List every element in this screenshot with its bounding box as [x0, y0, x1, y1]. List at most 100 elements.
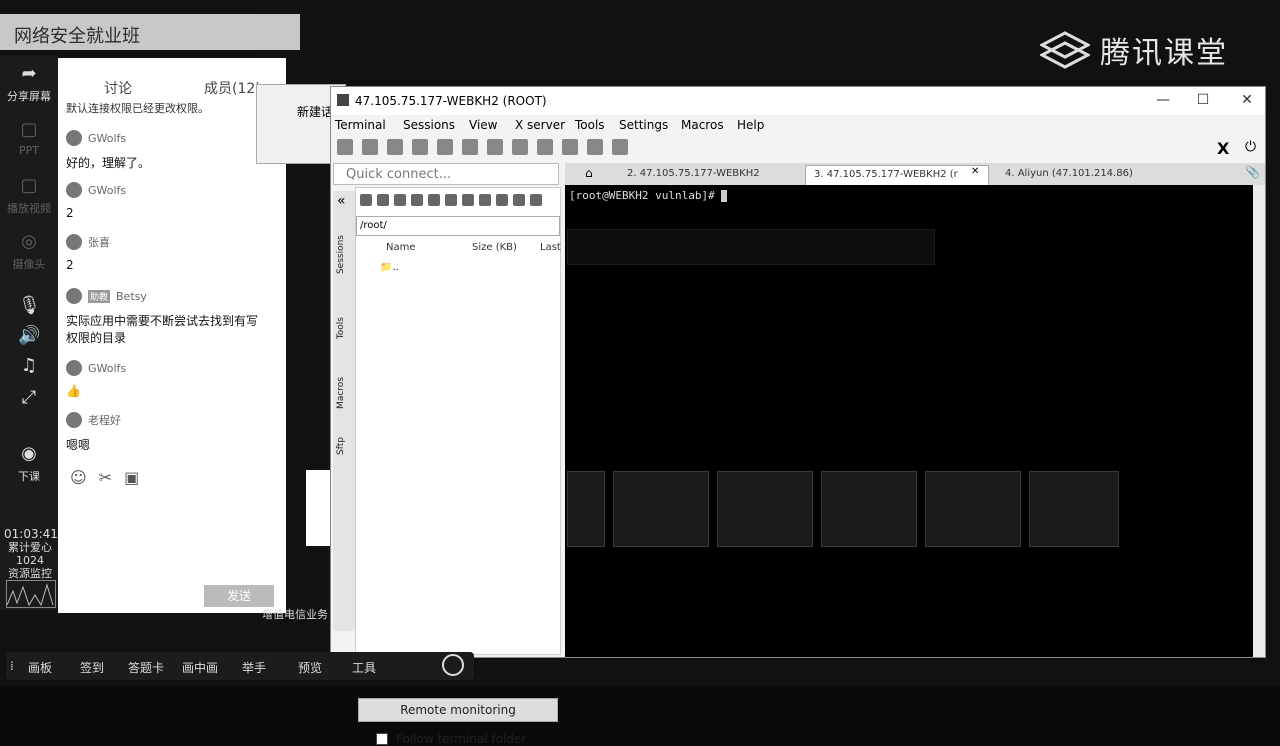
chat-message: GWolfs 👍: [66, 360, 266, 398]
fullscreen-button[interactable]: ⤢: [0, 387, 58, 412]
sftp-up-icon[interactable]: [360, 194, 372, 206]
end-class-label: 下课: [18, 470, 40, 483]
menu-terminal[interactable]: Terminal: [335, 118, 386, 132]
tab-macros[interactable]: Macros: [336, 377, 346, 409]
share-screen-button[interactable]: ➦ 分享屏幕: [0, 63, 58, 104]
chat-message: GWolfs 好的，理解了。: [66, 130, 266, 171]
sftp-refresh-icon[interactable]: [411, 194, 423, 206]
menu-tools[interactable]: Tools: [575, 118, 605, 132]
terminal-scrollbar[interactable]: [1253, 185, 1265, 657]
background-window-label: 新建话: [297, 105, 334, 119]
list-item[interactable]: 📁..: [380, 262, 399, 273]
scissors-icon[interactable]: ✂: [99, 468, 112, 487]
menu-view[interactable]: View: [469, 118, 497, 132]
music-button[interactable]: ♫: [0, 355, 58, 380]
chat-panel: 讨论 成员(12) 默认连接权限已经更改权限。 GWolfs 好的，理解了。 G…: [58, 58, 286, 613]
packages-icon[interactable]: [562, 139, 578, 155]
tunneling-icon[interactable]: [537, 139, 553, 155]
sftp-edit-icon[interactable]: [530, 194, 542, 206]
tab-sftp[interactable]: Sftp: [336, 437, 346, 455]
follow-checkbox[interactable]: [376, 733, 388, 745]
sftp-new-folder-icon[interactable]: [445, 194, 457, 206]
image-icon[interactable]: ▣: [124, 468, 139, 487]
tab-session-4[interactable]: 4. Aliyun (47.101.214.86): [997, 165, 1177, 185]
tab-tools[interactable]: Tools: [336, 317, 346, 339]
bottom-item-pip[interactable]: 画中画: [182, 659, 218, 676]
power-icon[interactable]: [442, 654, 464, 676]
close-tab-icon[interactable]: ✕: [971, 166, 979, 177]
ppt-icon: ▢: [20, 119, 38, 140]
gift-label: 累计爱心: [8, 541, 52, 554]
tab-session-3[interactable]: 3. 47.105.75.177-WEBKH2 (r: [805, 165, 989, 185]
menu-xserver[interactable]: X server: [515, 118, 565, 132]
send-button[interactable]: 发送: [204, 585, 274, 607]
sessions-icon[interactable]: [437, 139, 453, 155]
split-icon[interactable]: [487, 139, 503, 155]
tab-sessions[interactable]: Sessions: [336, 235, 346, 274]
bottom-item-tools[interactable]: 工具: [352, 659, 376, 676]
sftp-terminal-icon[interactable]: [496, 194, 508, 206]
help-icon[interactable]: [612, 139, 628, 155]
minimize-icon[interactable]: —: [1153, 92, 1173, 108]
bottom-item-preview[interactable]: 预览: [298, 659, 322, 676]
mic-button[interactable]: 🎙: [0, 295, 58, 320]
tools-icon[interactable]: [387, 139, 403, 155]
view-icon[interactable]: [462, 139, 478, 155]
sftp-path-input[interactable]: /root/: [356, 216, 560, 236]
session-icon[interactable]: [337, 139, 353, 155]
remote-monitoring-button[interactable]: Remote monitoring: [358, 698, 558, 722]
ghost-tile: [613, 471, 709, 547]
x-server-icon[interactable]: X: [1217, 139, 1229, 158]
menu-settings[interactable]: Settings: [619, 118, 668, 132]
camera-button[interactable]: ◎ 摄像头: [0, 231, 58, 272]
quick-connect-input[interactable]: Quick connect...: [333, 163, 559, 185]
settings-icon[interactable]: [587, 139, 603, 155]
follow-terminal-folder[interactable]: Follow terminal folder: [376, 732, 526, 746]
home-tab-icon[interactable]: ⌂: [585, 166, 593, 180]
handle-icon[interactable]: ⁞: [10, 659, 14, 673]
close-icon[interactable]: ✕: [1237, 92, 1257, 108]
sftp-settings-icon[interactable]: [479, 194, 491, 206]
ppt-button[interactable]: ▢ PPT: [0, 119, 58, 157]
sftp-hidden-icon[interactable]: [513, 194, 525, 206]
maximize-icon[interactable]: ☐: [1193, 92, 1213, 108]
sftp-download-icon[interactable]: [377, 194, 389, 206]
attach-icon[interactable]: 📎: [1245, 165, 1260, 179]
bottom-item-raise-hand[interactable]: 举手: [242, 659, 266, 676]
exit-icon[interactable]: ⏻: [1245, 139, 1256, 155]
col-size[interactable]: Size (KB): [472, 242, 517, 253]
chat-top-text-value: 默认连接权限已经更改权限。: [66, 102, 209, 115]
sftp-new-file-icon[interactable]: [428, 194, 440, 206]
avatar: [66, 288, 82, 304]
menu-help[interactable]: Help: [737, 118, 764, 132]
emoji-icon[interactable]: ☺: [70, 468, 87, 487]
resource-monitor-label: 资源监控: [8, 567, 52, 580]
sftp-upload-icon[interactable]: [394, 194, 406, 206]
terminal-area[interactable]: [root@WEBKH2 vulnlab]#: [565, 185, 1253, 657]
col-name[interactable]: Name: [386, 242, 416, 253]
servers-icon[interactable]: [362, 139, 378, 155]
list-item-name: ..: [392, 262, 399, 273]
menu-macros[interactable]: Macros: [681, 118, 724, 132]
tab-members[interactable]: 成员(12): [204, 78, 261, 98]
message-user: GWolfs: [88, 361, 127, 375]
menu-sessions[interactable]: Sessions: [403, 118, 455, 132]
speaker-button[interactable]: 🔊: [0, 325, 58, 350]
window-titlebar[interactable]: 47.105.75.177-WEBKH2 (ROOT) — ☐ ✕: [331, 87, 1265, 115]
games-icon[interactable]: [412, 139, 428, 155]
end-class-icon: ◉: [21, 443, 37, 464]
avatar: [66, 182, 82, 198]
bottom-item-whiteboard[interactable]: 画板: [28, 659, 52, 676]
tab-discuss[interactable]: 讨论: [104, 78, 132, 98]
collapse-icon[interactable]: «: [337, 193, 346, 209]
col-last[interactable]: Last: [540, 242, 561, 253]
end-class-button[interactable]: ◉ 下课: [0, 443, 58, 484]
bottom-item-answer-card[interactable]: 答题卡: [128, 659, 164, 676]
sftp-delete-icon[interactable]: [462, 194, 474, 206]
ghost-tile: [1029, 471, 1119, 547]
tab-session-2[interactable]: 2. 47.105.75.177-WEBKH2: [619, 165, 789, 185]
video-button[interactable]: ▢ 播放视频: [0, 175, 58, 216]
multiexec-icon[interactable]: [512, 139, 528, 155]
bottom-item-checkin[interactable]: 签到: [80, 659, 104, 676]
chat-message: 张喜 2: [66, 234, 266, 272]
